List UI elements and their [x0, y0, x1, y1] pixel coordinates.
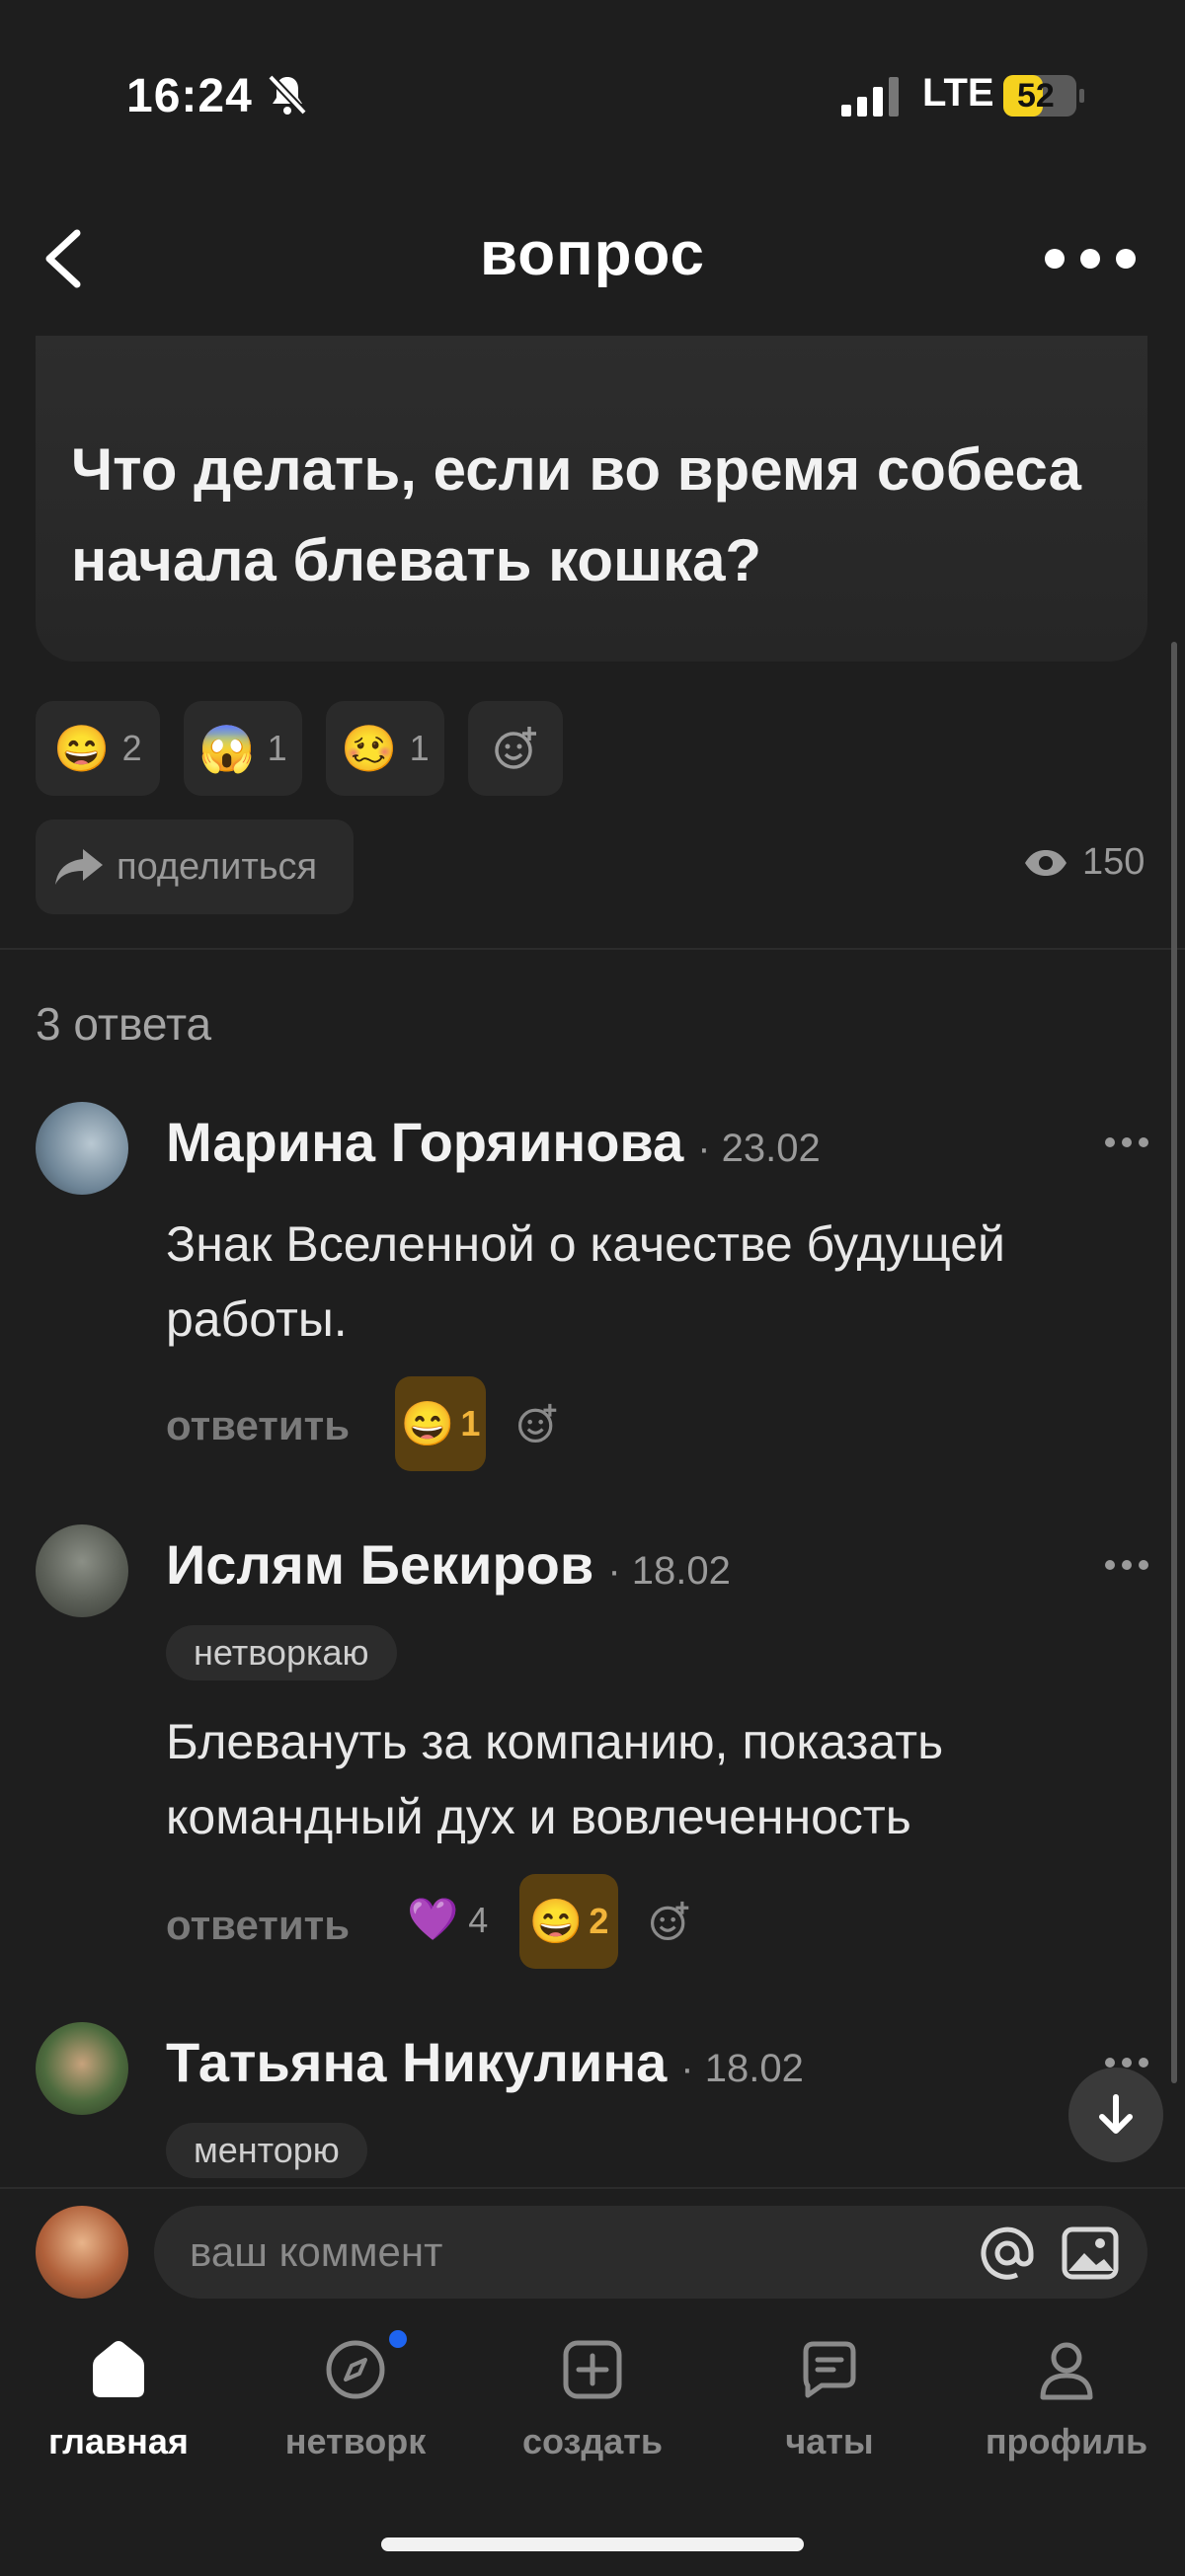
tab-network[interactable]: нетворк — [237, 2338, 474, 2496]
tab-label: главная — [48, 2421, 189, 2461]
avatar[interactable] — [36, 2022, 128, 2115]
arrow-down-icon — [1099, 2094, 1133, 2134]
scream-emoji-icon: 😱 — [198, 722, 256, 774]
reaction-chip-active[interactable]: 😄 2 — [519, 1874, 618, 1969]
home-indicator — [381, 2537, 804, 2551]
add-emoji-icon[interactable] — [648, 1900, 691, 1943]
comment-author[interactable]: Ислям Бекиров — [166, 1532, 593, 1597]
laugh-emoji-icon: 😄 — [400, 1400, 455, 1448]
user-tag: менторю — [166, 2123, 367, 2178]
plus-square-icon — [563, 2340, 622, 2399]
add-reaction-button[interactable] — [468, 701, 563, 796]
tab-label: создать — [521, 2421, 664, 2461]
scroll-down-button[interactable] — [1068, 2068, 1163, 2162]
signal-icon — [841, 77, 899, 117]
comment-date: · 18.02 — [607, 1549, 731, 1593]
person-icon — [1040, 2342, 1093, 2400]
share-label: поделиться — [117, 845, 318, 888]
laugh-emoji-icon: 😄 — [53, 722, 111, 774]
network-type: LTE — [922, 71, 994, 115]
tab-home[interactable]: главная — [0, 2338, 237, 2496]
comment-author[interactable]: Татьяна Никулина — [166, 2030, 667, 2094]
reaction-laugh[interactable]: 😄 2 — [36, 701, 160, 796]
comment-date: · 18.02 — [680, 2047, 804, 2090]
comment-placeholder: ваш коммент — [190, 2228, 443, 2275]
reply-button[interactable]: ответить — [166, 1902, 350, 1949]
tab-profile[interactable]: профиль — [948, 2338, 1185, 2496]
notification-dot — [389, 2330, 407, 2348]
comment-date: · 23.02 — [697, 1127, 821, 1170]
reaction-count: 1 — [409, 728, 430, 768]
comment-text: Знак Вселенной о качестве будущей работы… — [166, 1216, 1005, 1347]
reply-button[interactable]: ответить — [166, 1402, 350, 1449]
chat-bubble-icon — [803, 2341, 856, 2398]
tab-label: нетворк — [284, 2421, 427, 2461]
add-emoji-icon — [495, 727, 536, 769]
image-attach-icon[interactable] — [1061, 2224, 1120, 2283]
bell-muted-icon — [268, 74, 307, 116]
scrollbar[interactable] — [1171, 642, 1177, 2083]
reaction-count: 2 — [589, 1901, 609, 1941]
views-count: 150 — [1082, 841, 1146, 883]
comment-header: Марина Горяинова · 23.02 — [166, 1110, 821, 1174]
mention-icon[interactable] — [978, 2224, 1037, 2283]
tab-label: чаты — [785, 2421, 874, 2461]
home-icon — [93, 2341, 144, 2397]
battery-level: 52 — [1017, 77, 1055, 115]
question-text: Что делать, если во время собеса начала … — [71, 436, 1081, 593]
reaction-count: 1 — [267, 728, 287, 768]
page-title: вопрос — [479, 220, 706, 288]
avatar[interactable] — [36, 1102, 128, 1195]
tab-chats[interactable]: чаты — [711, 2338, 948, 2496]
reaction-scream[interactable]: 😱 1 — [184, 701, 302, 796]
section-divider — [0, 948, 1185, 950]
comment-more-icon[interactable] — [1104, 1135, 1149, 1149]
comment-text: Блевануть за компанию, показать командны… — [166, 1714, 944, 1844]
views-counter: 150 — [1023, 841, 1145, 884]
reaction-chip-active[interactable]: 😄 1 — [395, 1376, 486, 1471]
reaction-count: 4 — [468, 1899, 489, 1940]
user-tag: нетворкаю — [166, 1625, 397, 1680]
avatar[interactable] — [36, 1524, 128, 1617]
my-avatar[interactable] — [36, 2206, 128, 2299]
add-emoji-icon[interactable] — [515, 1402, 559, 1445]
comment-more-icon[interactable] — [1104, 1558, 1149, 1572]
status-time: 16:24 — [126, 70, 253, 122]
share-arrow-icon — [55, 849, 103, 885]
battery-indicator: 52 — [1003, 75, 1084, 117]
reaction-count: 2 — [121, 728, 142, 768]
answers-count: 3 ответа — [36, 998, 212, 1050]
more-options-icon[interactable] — [1043, 247, 1138, 271]
eye-icon — [1025, 849, 1066, 876]
purple-heart-icon: 💜 — [407, 1896, 459, 1942]
reaction-heart[interactable]: 💜 4 — [407, 1896, 488, 1944]
laugh-emoji-icon: 😄 — [528, 1898, 584, 1946]
share-button[interactable]: поделиться — [36, 820, 354, 914]
woozy-emoji-icon: 🥴 — [341, 722, 398, 774]
reaction-woozy[interactable]: 🥴 1 — [326, 701, 444, 796]
tab-label: профиль — [985, 2421, 1148, 2461]
comment-author[interactable]: Марина Горяинова — [166, 1110, 683, 1174]
comment-header: Ислям Бекиров · 18.02 — [166, 1532, 731, 1597]
tab-create[interactable]: создать — [474, 2338, 711, 2496]
comment-header: Татьяна Никулина · 18.02 — [166, 2030, 804, 2094]
compass-icon — [326, 2340, 385, 2399]
reaction-count: 1 — [460, 1403, 481, 1444]
